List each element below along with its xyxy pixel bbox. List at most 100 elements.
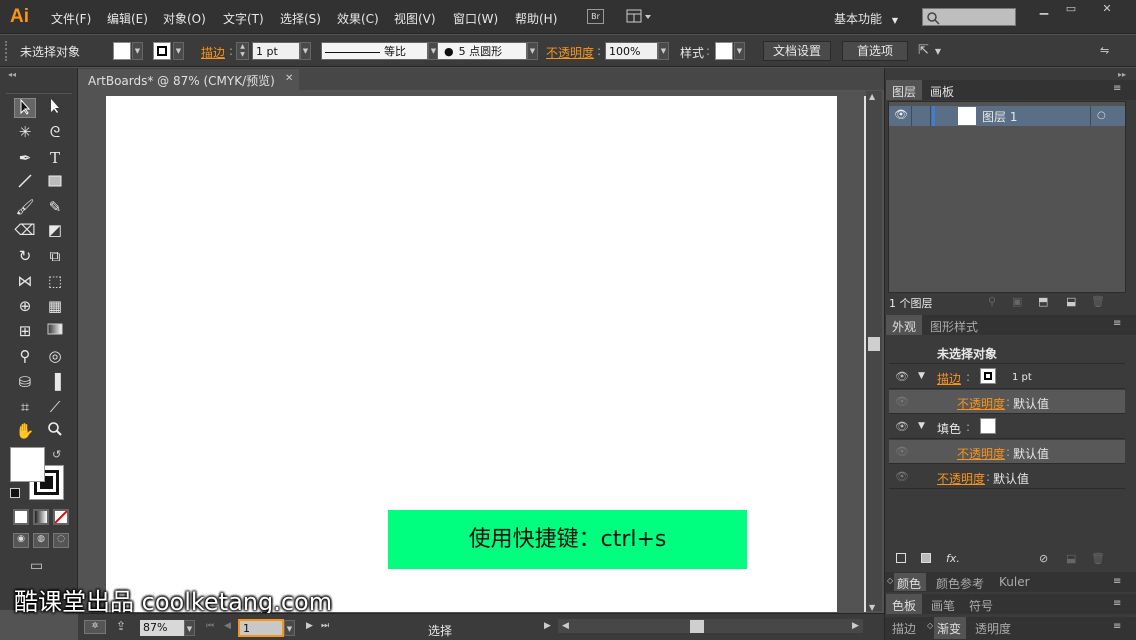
hand-tool[interactable]: ✋ (14, 421, 36, 441)
expand-triangle-icon[interactable]: ▼ (918, 421, 925, 431)
control-panel-menu-button[interactable]: ⇋ (1100, 44, 1109, 57)
eraser-tool[interactable]: ◩ (44, 220, 66, 240)
mesh-tool[interactable]: ⊞ (14, 321, 36, 341)
layer-lock-toggle[interactable] (911, 106, 931, 126)
opacity-label[interactable]: 不透明度 (546, 44, 594, 61)
appearance-panel-menu-icon[interactable]: ≡ (1113, 318, 1121, 329)
paintbrush-tool[interactable]: 🖌 (14, 197, 36, 217)
tab-color[interactable]: 颜色 (894, 573, 926, 591)
vertical-scroll-thumb[interactable] (868, 337, 880, 351)
menu-edit[interactable]: 编辑(E) (107, 10, 148, 27)
column-graph-tool[interactable]: ▐ (44, 372, 66, 392)
tab-brushes[interactable]: 画笔 (931, 597, 955, 614)
menu-help[interactable]: 帮助(H) (515, 10, 557, 27)
lasso-tool[interactable]: ᘓ (44, 122, 66, 142)
collapse-dock-icon[interactable]: ▸▸ (1118, 70, 1126, 79)
selection-tool[interactable] (14, 98, 36, 118)
artboard-number-input[interactable]: 1 (238, 619, 284, 637)
scroll-up-icon[interactable]: ▲ (869, 92, 875, 101)
status-info-button[interactable]: ✲ (84, 620, 106, 634)
type-tool[interactable]: T (44, 148, 66, 168)
opacity-input[interactable]: 100% (605, 42, 658, 60)
appearance-object-opacity-label[interactable]: 不透明度 (937, 470, 985, 487)
gradient-tool[interactable] (44, 321, 66, 341)
new-layer-icon[interactable]: ⬓ (1066, 295, 1076, 308)
minimize-button[interactable]: ▁ (1029, 2, 1059, 16)
share-document-button[interactable]: ⇪ (116, 619, 126, 633)
brush-definition[interactable]: ● 5 点圆形 (437, 42, 527, 60)
new-sublayer-icon[interactable]: ⬒ (1038, 295, 1048, 308)
tab-symbols[interactable]: 符号 (969, 597, 993, 614)
visibility-eye-icon[interactable]: 👁 (895, 395, 909, 408)
appearance-stroke-opacity-label[interactable]: 不透明度 (957, 395, 1005, 412)
tab-transparency[interactable]: 透明度 (975, 620, 1011, 637)
color-panel-menu-icon[interactable]: ≡ (1113, 576, 1121, 587)
stroke-weight-dropdown[interactable]: ▼ (300, 42, 311, 60)
color-mode-button[interactable] (13, 509, 29, 525)
blend-tool[interactable]: ◎ (44, 346, 66, 366)
expand-panel-icon[interactable]: ◇ (927, 621, 933, 630)
variable-width-profile[interactable]: 等比 (321, 42, 428, 60)
previous-artboard-icon[interactable]: ◀ (224, 621, 231, 631)
artboard-tool[interactable]: ⌗ (14, 397, 36, 417)
default-colors-icon[interactable] (10, 488, 20, 498)
visibility-eye-icon[interactable]: 👁 (895, 420, 909, 433)
magic-wand-tool[interactable]: ✳ (14, 122, 36, 142)
visibility-eye-icon[interactable]: 👁 (895, 470, 909, 483)
visibility-eye-icon[interactable]: 👁 (894, 108, 908, 121)
document-tab-close-button[interactable]: ✕ (285, 73, 293, 84)
tab-kuler[interactable]: Kuler (999, 575, 1030, 589)
stroke-label[interactable]: 描边 (201, 44, 225, 61)
tools-grip[interactable] (6, 84, 72, 94)
stroke-weight-stepper[interactable]: ▲ ▼ (236, 42, 249, 60)
zoom-level-input[interactable]: 87% (140, 620, 184, 636)
document-tab[interactable]: ArtBoards* @ 87% (CMYK/预览) (78, 69, 299, 90)
style-dropdown[interactable]: ▼ (734, 42, 745, 60)
shape-builder-tool[interactable]: ⊕ (14, 296, 36, 316)
scroll-left-icon[interactable]: ◀ (562, 621, 569, 631)
stroke-dropdown[interactable]: ▼ (173, 42, 184, 60)
scale-tool[interactable]: ⧉ (44, 246, 66, 266)
horizontal-scroll-thumb[interactable] (690, 620, 704, 633)
menu-file[interactable]: 文件(F) (51, 10, 91, 27)
appearance-stroke-swatch[interactable] (980, 368, 996, 384)
tab-appearance[interactable]: 外观 (886, 315, 922, 335)
duplicate-item-icon[interactable]: ⬓ (1066, 552, 1076, 565)
expand-triangle-icon[interactable]: ▼ (918, 371, 925, 381)
delete-layer-icon[interactable]: 🗑 (1091, 295, 1105, 308)
style-swatch[interactable] (715, 42, 733, 60)
free-transform-tool[interactable]: ⬚ (44, 271, 66, 291)
tab-artboards[interactable]: 画板 (930, 83, 954, 100)
swatches-panel-menu-icon[interactable]: ≡ (1113, 598, 1121, 609)
horizontal-scrollbar[interactable] (558, 619, 863, 633)
rectangle-tool[interactable] (44, 173, 66, 193)
stroke-panel-menu-icon[interactable]: ≡ (1113, 621, 1121, 632)
pen-tool[interactable]: ✒ (14, 148, 36, 168)
add-new-fill-icon[interactable] (921, 553, 931, 563)
pencil-tool[interactable]: ✎ (44, 197, 66, 217)
vertical-scrollbar[interactable] (866, 91, 882, 611)
next-artboard-icon[interactable]: ▶ (306, 621, 313, 631)
add-new-effect-button[interactable]: fx. (946, 552, 960, 565)
scroll-down-icon[interactable]: ▼ (869, 603, 875, 612)
gradient-mode-button[interactable] (33, 509, 49, 525)
layer-name[interactable]: 图层 1 (982, 108, 1017, 125)
visibility-eye-icon[interactable]: 👁 (895, 445, 909, 458)
tab-graphic-styles[interactable]: 图形样式 (930, 318, 978, 335)
add-new-stroke-icon[interactable] (896, 553, 906, 563)
none-mode-button[interactable] (53, 509, 69, 525)
first-artboard-icon[interactable]: ⏮ (206, 621, 214, 631)
last-artboard-icon[interactable]: ⏭ (321, 621, 329, 631)
rotate-tool[interactable]: ↻ (14, 246, 36, 266)
menu-object[interactable]: 对象(O) (163, 10, 206, 27)
fill-swatch[interactable] (113, 42, 131, 60)
zoom-dropdown[interactable]: ▼ (184, 620, 195, 636)
symbol-sprayer-tool[interactable]: ⛁ (14, 372, 36, 392)
screen-mode-button[interactable]: ▭ (30, 558, 50, 574)
tab-color-guide[interactable]: 颜色参考 (936, 575, 984, 592)
appearance-stroke-weight[interactable]: 1 pt (1012, 372, 1032, 383)
tab-layers[interactable]: 图层 (886, 80, 922, 100)
width-tool[interactable]: ⋈ (14, 271, 36, 291)
tab-stroke[interactable]: 描边 (892, 620, 916, 637)
direct-selection-tool[interactable] (44, 98, 66, 118)
